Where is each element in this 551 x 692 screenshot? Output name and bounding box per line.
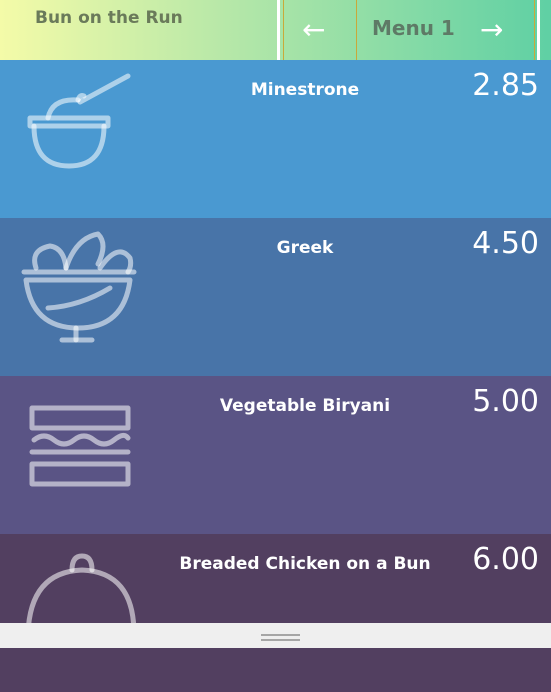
next-menu-button[interactable]: → <box>480 12 503 48</box>
soup-bowl-icon <box>27 73 131 169</box>
divider <box>277 0 280 60</box>
item-name: Greek <box>276 238 334 258</box>
menu-title: Menu 1 <box>372 16 455 40</box>
menu-item[interactable]: Vegetable Biryani 5.00 <box>0 376 551 534</box>
sandwich-icon <box>29 405 131 487</box>
drag-handle[interactable] <box>261 634 300 636</box>
brand-name: Bun on the Run <box>35 8 183 28</box>
item-price: 4.50 <box>472 226 539 261</box>
drag-handle[interactable] <box>261 639 300 641</box>
menu-item[interactable]: Greek 4.50 <box>0 218 551 376</box>
item-name: Breaded Chicken on a Bun <box>179 554 431 574</box>
divider <box>537 0 540 60</box>
item-price: 6.00 <box>472 542 539 577</box>
divider <box>283 0 284 60</box>
divider <box>534 0 535 60</box>
menu-item[interactable]: Breaded Chicken on a Bun 6.00 <box>0 534 551 692</box>
header-bar: Bun on the Run ← Menu 1 → <box>0 0 551 60</box>
item-price: 2.85 <box>472 68 539 103</box>
item-name: Minestrone <box>250 80 360 100</box>
menu-item[interactable]: Minestrone 2.85 <box>0 60 551 218</box>
prev-menu-button[interactable]: ← <box>302 12 325 48</box>
salad-bowl-icon <box>21 231 137 343</box>
divider <box>356 0 357 60</box>
bottom-bar <box>0 623 551 648</box>
item-name: Vegetable Biryani <box>219 396 391 416</box>
item-price: 5.00 <box>472 384 539 419</box>
